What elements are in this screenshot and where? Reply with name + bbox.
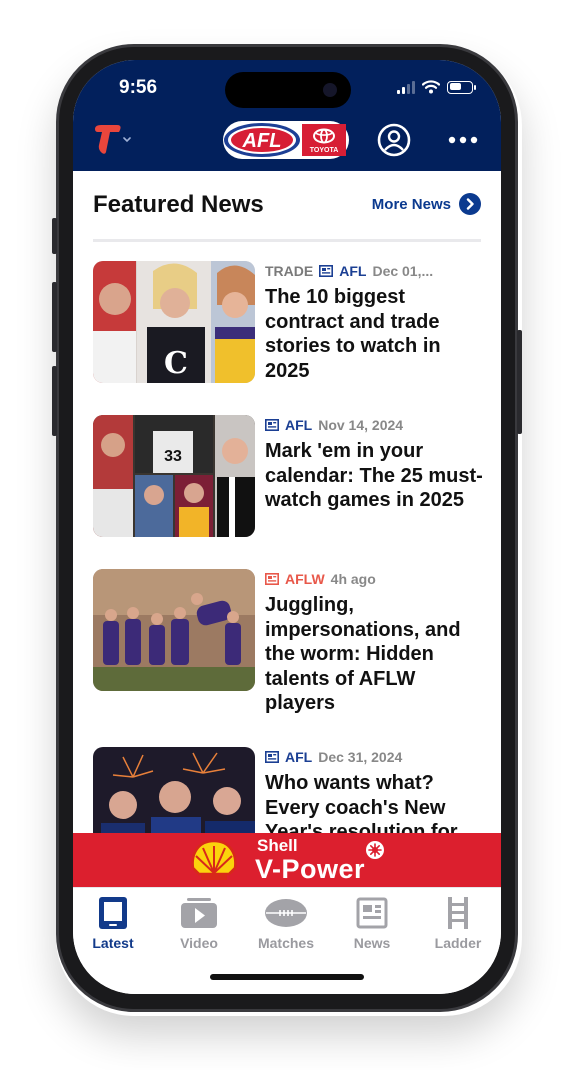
ladder-icon [448, 897, 468, 929]
article-thumbnail: C [93, 261, 255, 383]
tab-latest[interactable]: Latest [73, 896, 153, 951]
status-icons [397, 80, 476, 94]
ad-brand: Shell [257, 836, 298, 855]
news-type-icon [265, 573, 279, 585]
shell-vpower-ad-banner[interactable]: Shell V-Power [73, 833, 501, 887]
app-header: 9:56 AFL TOYOTA [73, 60, 501, 171]
wifi-icon [422, 80, 440, 94]
afl-toyota-logo[interactable]: AFL TOYOTA [222, 120, 350, 160]
svg-text:AFL: AFL [242, 130, 282, 152]
article-source: AFL [339, 263, 367, 279]
profile-icon[interactable] [377, 123, 411, 157]
article-source: AFL [285, 749, 313, 765]
ad-product: V-Power [255, 854, 366, 884]
tablet-icon [99, 897, 127, 929]
tab-label: Ladder [434, 935, 482, 951]
tab-news[interactable]: News [332, 896, 412, 951]
tab-matches[interactable]: Matches [246, 896, 326, 951]
shell-logo-icon [191, 839, 237, 880]
svg-text:C: C [164, 346, 188, 381]
tab-label: Video [180, 935, 218, 951]
article-date: 4h ago [330, 571, 376, 587]
article-source: AFL [285, 417, 313, 433]
article-thumbnail [93, 569, 255, 691]
tab-label: Latest [92, 935, 134, 951]
news-type-icon [265, 751, 279, 763]
more-news-label: More News [371, 195, 451, 213]
battery-icon [447, 80, 476, 94]
side-button [517, 330, 522, 434]
status-time: 9:56 [119, 77, 158, 98]
article-headline[interactable]: Juggling, impersonations, and the worm: … [265, 593, 483, 716]
article-headline[interactable]: The 10 biggest contract and trade storie… [265, 285, 483, 383]
side-button [52, 366, 57, 436]
svg-text:33: 33 [164, 448, 182, 465]
divider [93, 239, 481, 242]
news-article[interactable]: 33 AFL Nov 14, 2024 Mark 'em in your cal [93, 415, 483, 539]
tab-label: Matches [257, 935, 315, 951]
app-screen: 9:56 AFL TOYOTA Featured News More News … [73, 60, 501, 994]
tab-ladder[interactable]: Ladder [418, 896, 498, 951]
side-button [52, 282, 57, 352]
section-header: Featured News More News [93, 191, 481, 227]
dynamic-island [225, 72, 351, 108]
news-type-icon [265, 419, 279, 431]
svg-text:TOYOTA: TOYOTA [310, 147, 339, 154]
tab-label: News [353, 935, 391, 951]
more-news-link[interactable]: More News [372, 193, 481, 215]
article-meta: AFLW 4h ago [265, 569, 376, 589]
article-tag: TRADE [265, 263, 314, 279]
article-thumbnail: 33 [93, 415, 255, 537]
newspaper-icon [356, 897, 388, 929]
news-type-icon [319, 265, 334, 277]
football-icon [265, 899, 307, 927]
article-date: Dec 01,... [372, 263, 434, 279]
tab-video[interactable]: Video [159, 896, 239, 951]
home-indicator[interactable] [210, 974, 364, 980]
article-meta: AFL Nov 14, 2024 [265, 415, 403, 435]
article-meta: AFL Dec 31, 2024 [265, 747, 402, 767]
play-icon [181, 898, 217, 928]
section-title: Featured News [93, 191, 264, 218]
article-source: AFLW [285, 571, 325, 587]
telstra-logo-icon[interactable] [93, 123, 133, 157]
news-article[interactable]: AFLW 4h ago Juggling, impersonations, an… [93, 569, 481, 719]
article-meta: TRADE AFL Dec 01,... [265, 261, 433, 281]
article-headline[interactable]: Mark 'em in your calendar: The 25 must-w… [265, 439, 483, 513]
signal-icon [397, 80, 415, 94]
article-date: Dec 31, 2024 [318, 749, 403, 765]
article-date: Nov 14, 2024 [318, 417, 404, 433]
side-button [52, 218, 57, 254]
spark-icon [366, 841, 384, 859]
more-options-icon[interactable] [447, 130, 479, 150]
chevron-right-icon [459, 193, 481, 215]
news-article[interactable]: C TRADE AFL Dec 01,... The 10 biggest co… [93, 261, 481, 385]
